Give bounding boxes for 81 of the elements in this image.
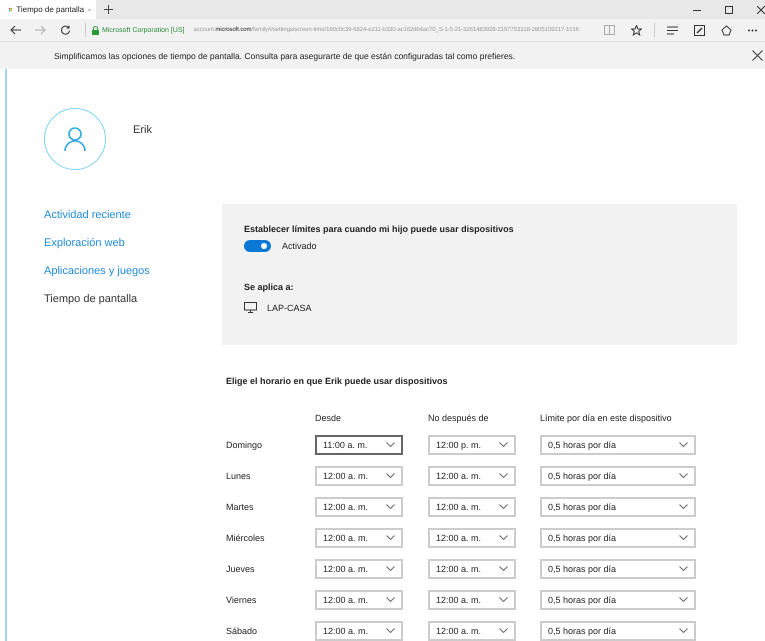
dropdown[interactable]: 12:00 a. m.: [428, 558, 516, 578]
dropdown[interactable]: 12:00 a. m.: [315, 528, 403, 548]
column-header: Desde: [315, 413, 342, 425]
chevron-down-icon: [386, 628, 395, 633]
dropdown[interactable]: 12:00 a. m.: [315, 466, 403, 486]
column-header: Límite por día en este dispositivo: [540, 413, 673, 425]
sidebar-link[interactable]: Exploración web: [44, 235, 222, 251]
browser-tab[interactable]: Tiempo de pantalla: [0, 0, 96, 19]
dropdown[interactable]: 0,5 horas por día: [540, 434, 696, 454]
device-name: LAP-CASA: [267, 302, 312, 312]
chevron-down-icon: [386, 473, 395, 478]
chevron-down-icon: [499, 597, 508, 602]
schedule-title: Elige el horario en que Erik puede usar dispositivos: [226, 376, 449, 386]
tab-title: Tiempo de pantalla: [16, 5, 84, 14]
chevron-down-icon: [386, 504, 395, 509]
dropdown[interactable]: 12:00 p. m.: [428, 434, 516, 454]
dropdown[interactable]: 12:00 a. m.: [315, 558, 403, 578]
applies-label: Se aplica a:: [244, 282, 295, 292]
hub-icon[interactable]: [667, 26, 678, 34]
chevron-down-icon: [499, 628, 508, 633]
dropdown[interactable]: 12:00 a. m.: [428, 496, 516, 516]
chevron-down-icon: [386, 597, 395, 602]
chevron-down-icon: [679, 566, 688, 571]
chevron-down-icon: [679, 628, 688, 633]
dropdown[interactable]: 0,5 horas por día: [540, 528, 696, 548]
chevron-down-icon: [499, 442, 508, 447]
day-label: Viernes: [226, 594, 258, 604]
dropdown[interactable]: 12:00 a. m.: [428, 528, 516, 548]
back-icon[interactable]: [10, 25, 21, 35]
day-label: Miércoles: [226, 532, 266, 542]
sidebar-link[interactable]: Aplicaciones y juegos: [44, 263, 222, 279]
profile-name: Erik: [133, 124, 152, 136]
chevron-down-icon: [499, 566, 508, 571]
dropdown[interactable]: 0,5 horas por día: [540, 496, 696, 516]
lock-icon: [92, 26, 99, 34]
dropdown[interactable]: 12:00 a. m.: [315, 590, 403, 610]
share-icon[interactable]: [721, 24, 732, 36]
close-icon[interactable]: [757, 6, 765, 14]
dropdown[interactable]: 0,5 horas por día: [540, 466, 696, 486]
dropdown[interactable]: 0,5 horas por día: [540, 620, 696, 640]
star-icon[interactable]: [631, 24, 642, 36]
dropdown[interactable]: 12:00 a. m.: [315, 496, 403, 516]
dropdown[interactable]: 12:00 a. m.: [428, 620, 516, 640]
chevron-down-icon: [679, 442, 688, 447]
chevron-down-icon: [386, 442, 395, 447]
chevron-down-icon: [499, 473, 508, 478]
chevron-down-icon: [679, 473, 688, 478]
chevron-down-icon: [499, 535, 508, 540]
day-label: Lunes: [226, 470, 252, 480]
day-label: Martes: [226, 502, 255, 512]
chevron-down-icon: [386, 566, 395, 571]
dropdown[interactable]: 12:00 a. m.: [428, 590, 516, 610]
toggle-label: Activado: [282, 241, 317, 251]
refresh-icon[interactable]: [60, 24, 71, 36]
more-icon[interactable]: [748, 28, 757, 32]
dropdown[interactable]: 0,5 horas por día: [540, 590, 696, 610]
notice-message: Simplificamos las opciones de tiempo de pantalla. Consulta para asegurarte de que están configuradas tal como prefieres.: [54, 50, 516, 60]
pen-icon[interactable]: [694, 24, 705, 36]
maximize-icon[interactable]: [725, 6, 733, 14]
sidebar-link[interactable]: Actividad reciente: [44, 207, 222, 223]
monitor-icon: [244, 302, 257, 313]
day-label: Sábado: [226, 626, 258, 636]
day-label: Domingo: [226, 440, 264, 450]
plus-icon[interactable]: [104, 5, 113, 14]
dropdown[interactable]: 11:00 a. m.: [315, 434, 403, 454]
panel-title: Establecer límites para cuando mi hijo puede usar dispositivos: [244, 224, 515, 234]
dropdown[interactable]: 12:00 a. m.: [428, 466, 516, 486]
chevron-down-icon: [499, 504, 508, 509]
close-icon[interactable]: [752, 50, 763, 61]
chevron-down-icon: [679, 535, 688, 540]
windows-logo-icon: [9, 5, 12, 14]
sidebar-link[interactable]: Tiempo de pantalla: [44, 291, 222, 307]
day-label: Jueves: [226, 564, 256, 574]
person-icon: [64, 127, 86, 151]
chevron-down-icon: [679, 597, 688, 602]
dropdown[interactable]: 0,5 horas por día: [540, 558, 696, 578]
chevron-down-icon: [386, 535, 395, 540]
chevron-down-icon: [679, 504, 688, 509]
toggle-switch[interactable]: [244, 240, 271, 252]
dropdown[interactable]: 12:00 a. m.: [315, 620, 403, 640]
column-header: No después de: [428, 413, 490, 425]
